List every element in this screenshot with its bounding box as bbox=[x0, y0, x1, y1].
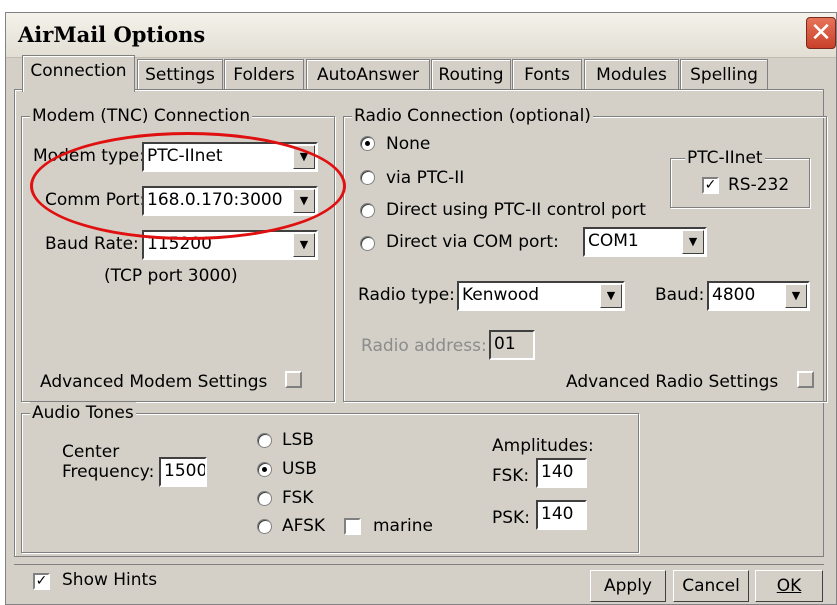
radio-group-legend: Radio Connection (optional) bbox=[352, 105, 593, 127]
psk-amplitude-input[interactable]: 140 bbox=[536, 500, 587, 530]
modem-group-legend: Modem (TNC) Connection bbox=[30, 105, 253, 127]
radio-fsk[interactable] bbox=[257, 491, 272, 506]
title-bar[interactable]: AirMail Options ✕ bbox=[6, 13, 836, 58]
modem-type-select[interactable]: PTC-IInet ▼ bbox=[142, 142, 318, 172]
radio-usb-label: USB bbox=[282, 459, 317, 479]
com-port-value: COM1 bbox=[588, 231, 639, 251]
chevron-down-icon[interactable]: ▼ bbox=[600, 284, 622, 308]
comm-port-label: Comm Port: bbox=[45, 190, 146, 210]
radio-none[interactable] bbox=[360, 136, 375, 151]
center-frequency-label-1: Center bbox=[62, 442, 120, 462]
radio-address-value: 01 bbox=[494, 334, 516, 354]
com-port-select[interactable]: COM1 ▼ bbox=[583, 227, 707, 257]
tab-autoanswer[interactable]: AutoAnswer bbox=[306, 59, 430, 91]
marine-label: marine bbox=[373, 516, 433, 536]
center-frequency-value: 1500 bbox=[164, 461, 207, 481]
fsk-amplitude-label: FSK: bbox=[492, 466, 530, 486]
center-frequency-label-2: Frequency: bbox=[62, 462, 155, 482]
tab-settings[interactable]: Settings bbox=[137, 59, 223, 91]
chevron-down-icon[interactable]: ▼ bbox=[293, 145, 315, 169]
tab-label: Routing bbox=[438, 65, 504, 85]
radio-type-select[interactable]: Kenwood ▼ bbox=[457, 281, 625, 311]
rs232-label: RS-232 bbox=[728, 175, 790, 195]
chevron-down-icon[interactable]: ▼ bbox=[293, 233, 315, 257]
tab-modules[interactable]: Modules bbox=[584, 59, 679, 91]
tab-fonts[interactable]: Fonts bbox=[512, 59, 582, 91]
tab-label: Connection bbox=[30, 61, 127, 81]
tab-routing[interactable]: Routing bbox=[431, 59, 511, 91]
fsk-amplitude-input[interactable]: 140 bbox=[536, 458, 587, 488]
cancel-label: Cancel bbox=[682, 576, 740, 596]
radio-none-label: None bbox=[386, 134, 431, 154]
apply-label: Apply bbox=[604, 576, 652, 596]
radio-address-label: Radio address: bbox=[361, 336, 487, 356]
tcp-port-note: (TCP port 3000) bbox=[104, 266, 238, 286]
radio-baud-value: 4800 bbox=[712, 285, 756, 305]
chevron-down-icon[interactable]: ▼ bbox=[682, 230, 704, 254]
tab-connection[interactable]: Connection bbox=[22, 55, 135, 92]
modem-type-value: PTC-IInet bbox=[147, 146, 223, 166]
radio-direct-ptc-label: Direct using PTC-II control port bbox=[386, 200, 646, 220]
radio-direct-com[interactable] bbox=[360, 236, 375, 251]
comm-port-value: 168.0.170:3000 bbox=[147, 190, 283, 210]
advanced-modem-button[interactable] bbox=[285, 371, 302, 388]
center-frequency-input[interactable]: 1500 bbox=[159, 457, 207, 487]
radio-type-label: Radio type: bbox=[358, 285, 455, 305]
tab-label: Settings bbox=[145, 65, 215, 85]
footer-divider bbox=[14, 564, 824, 565]
tab-label: Folders bbox=[233, 65, 295, 85]
chevron-down-icon[interactable]: ▼ bbox=[785, 284, 807, 308]
tab-label: Modules bbox=[596, 65, 667, 85]
radio-via-ptc-label: via PTC-II bbox=[386, 168, 465, 188]
radio-direct-com-label: Direct via COM port: bbox=[386, 232, 559, 252]
ok-label: OK bbox=[776, 576, 802, 596]
marine-checkbox[interactable] bbox=[344, 518, 361, 535]
show-hints-label: Show Hints bbox=[62, 570, 158, 590]
amplitudes-label: Amplitudes: bbox=[492, 436, 594, 456]
tab-spelling[interactable]: Spelling bbox=[680, 59, 768, 91]
audio-tones-legend: Audio Tones bbox=[30, 402, 136, 424]
advanced-modem-label: Advanced Modem Settings bbox=[40, 372, 268, 392]
comm-port-select[interactable]: 168.0.170:3000 ▼ bbox=[142, 186, 318, 216]
psk-amplitude-label: PSK: bbox=[492, 508, 530, 528]
radio-baud-label: Baud: bbox=[655, 285, 705, 305]
tab-label: AutoAnswer bbox=[316, 65, 420, 85]
ok-button[interactable]: OK bbox=[755, 570, 823, 602]
baud-rate-select[interactable]: 115200 ▼ bbox=[142, 230, 318, 260]
ptc-iinet-legend: PTC-IInet bbox=[685, 147, 765, 169]
show-hints-checkbox[interactable]: ✓ bbox=[33, 573, 50, 590]
radio-afsk-label: AFSK bbox=[282, 516, 326, 536]
tab-label: Spelling bbox=[690, 65, 758, 85]
radio-lsb-label: LSB bbox=[282, 430, 314, 450]
radio-baud-select[interactable]: 4800 ▼ bbox=[707, 281, 810, 311]
radio-address-input[interactable]: 01 bbox=[489, 330, 535, 360]
modem-type-label: Modem type: bbox=[33, 146, 145, 166]
chevron-down-icon[interactable]: ▼ bbox=[293, 189, 315, 213]
radio-direct-ptc[interactable] bbox=[360, 203, 375, 218]
rs232-checkbox[interactable]: ✓ bbox=[702, 177, 719, 194]
tab-label: Fonts bbox=[524, 65, 570, 85]
cancel-button[interactable]: Cancel bbox=[673, 570, 749, 602]
fsk-amplitude-value: 140 bbox=[541, 462, 574, 482]
radio-lsb[interactable] bbox=[257, 433, 272, 448]
advanced-radio-button[interactable] bbox=[797, 371, 814, 388]
radio-afsk[interactable] bbox=[257, 519, 272, 534]
radio-via-ptc[interactable] bbox=[360, 170, 375, 185]
radio-type-value: Kenwood bbox=[462, 285, 540, 305]
advanced-radio-label: Advanced Radio Settings bbox=[566, 372, 779, 392]
baud-rate-value: 115200 bbox=[147, 234, 212, 254]
apply-button[interactable]: Apply bbox=[590, 570, 666, 602]
window-title: AirMail Options bbox=[18, 22, 206, 47]
psk-amplitude-value: 140 bbox=[541, 504, 574, 524]
tab-folders[interactable]: Folders bbox=[224, 59, 304, 91]
close-icon[interactable]: ✕ bbox=[806, 17, 836, 49]
radio-fsk-label: FSK bbox=[282, 488, 314, 508]
baud-rate-label: Baud Rate: bbox=[45, 234, 139, 254]
radio-usb[interactable] bbox=[257, 462, 272, 477]
